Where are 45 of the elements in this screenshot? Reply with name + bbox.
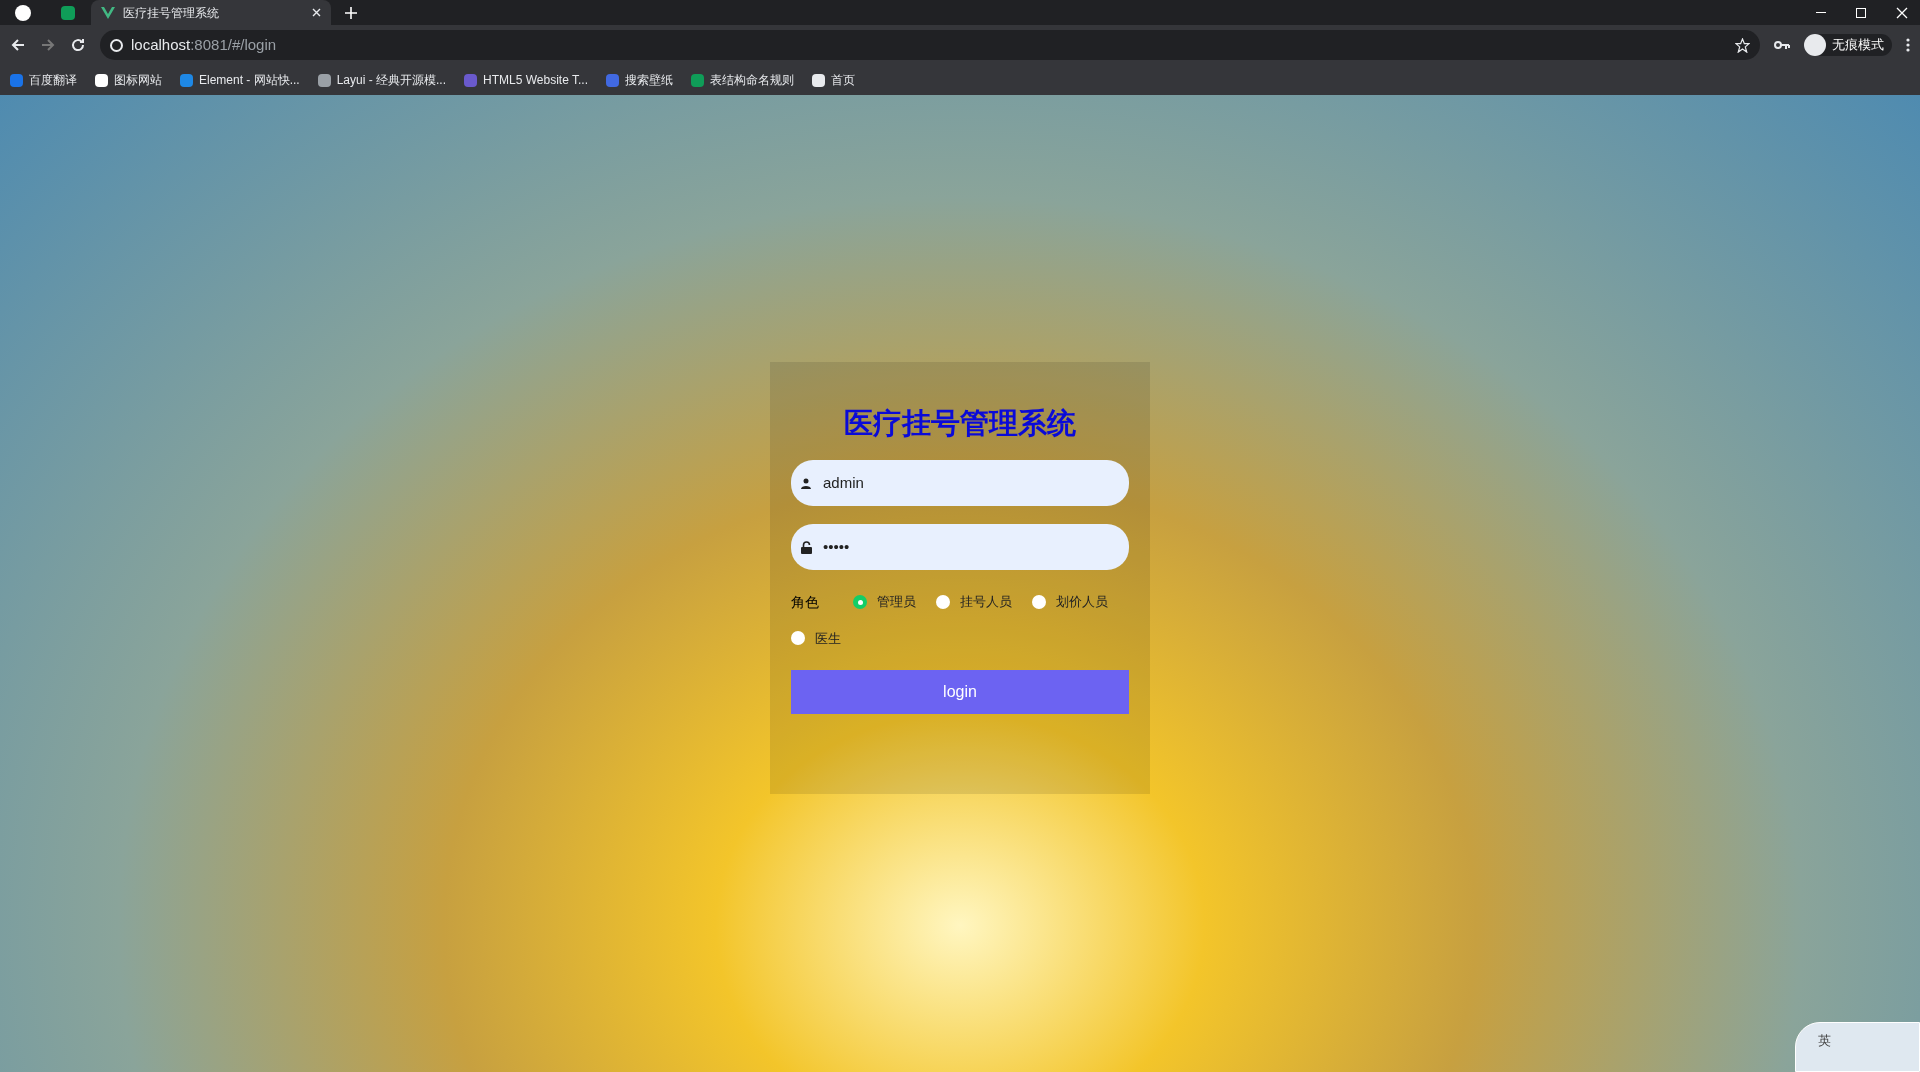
url-text: localhost:8081/#/login: [131, 34, 277, 55]
bookmark-favicon-icon: [812, 73, 825, 87]
bookmark-favicon-icon: [464, 73, 478, 87]
address-bar[interactable]: localhost:8081/#/login: [100, 30, 1760, 60]
bookmark-link[interactable]: 搜索壁纸: [606, 71, 673, 89]
tab-title: 医疗挂号管理系统: [123, 4, 220, 22]
bookmark-link[interactable]: 百度翻译: [10, 71, 77, 89]
role-radio[interactable]: 挂号人员: [936, 592, 1012, 612]
browser-tab[interactable]: 医疗挂号管理系统: [91, 0, 331, 25]
v-logo-icon: [101, 6, 115, 19]
bookmark-link[interactable]: Element - 网站快...: [180, 71, 300, 89]
profile-button[interactable]: 无痕模式: [1804, 34, 1892, 56]
role-radio[interactable]: 管理员: [853, 592, 916, 612]
login-title: 医疗挂号管理系统: [844, 406, 1076, 441]
forward-icon[interactable]: [40, 37, 56, 53]
reload-icon[interactable]: [70, 37, 86, 53]
restore-icon[interactable]: [1856, 7, 1866, 18]
role-radio[interactable]: 医生: [791, 628, 841, 648]
menu-icon[interactable]: [1906, 38, 1910, 52]
bookmark-link[interactable]: 表结构命名规则: [691, 71, 794, 89]
info-icon[interactable]: [110, 38, 123, 52]
bookmark-favicon-icon: [10, 73, 23, 87]
close-icon[interactable]: [312, 8, 321, 17]
login-button[interactable]: login: [791, 670, 1129, 714]
star-icon[interactable]: [1735, 37, 1750, 53]
bookmark-link[interactable]: 首页: [812, 71, 855, 89]
bookmark-favicon-icon: [691, 73, 704, 87]
bookmark-favicon-icon: [317, 73, 331, 87]
user-icon: [801, 477, 811, 489]
pinned-tab-icon[interactable]: [61, 5, 75, 20]
lock-icon: [801, 540, 812, 554]
key-icon[interactable]: [1774, 40, 1790, 50]
back-icon[interactable]: [10, 37, 26, 53]
username-field[interactable]: admin: [791, 459, 1129, 506]
bookmark-favicon-icon: [606, 73, 619, 87]
bookmark-favicon-icon: [95, 73, 108, 87]
new-tab-icon[interactable]: [345, 6, 357, 19]
role-label: 角色: [791, 592, 820, 612]
bookmark-favicon-icon: [180, 73, 193, 87]
bookmark-link[interactable]: HTML5 Website T...: [464, 71, 588, 89]
bookmark-link[interactable]: 图标网站: [95, 71, 162, 89]
role-radio[interactable]: 划价人员: [1032, 592, 1108, 612]
ime-widget[interactable]: 英: [1795, 1022, 1920, 1072]
password-field[interactable]: •••••: [791, 523, 1129, 570]
bookmark-link[interactable]: Layui - 经典开源模...: [317, 71, 447, 89]
